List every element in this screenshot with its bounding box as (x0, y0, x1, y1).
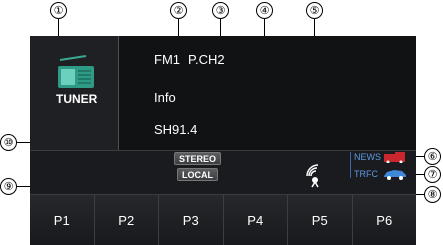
callout-6: ⑥ (424, 148, 441, 165)
news-indicator: NEWS (354, 152, 381, 162)
band-label: FM1 (154, 52, 180, 67)
preset-button-5[interactable]: P5 (288, 195, 353, 245)
source-tile[interactable]: TUNER (30, 36, 118, 150)
tp-separator (350, 152, 351, 178)
callout-9: ⑨ (0, 178, 17, 195)
divider (118, 36, 119, 150)
callout-1: ① (50, 2, 67, 19)
car-icon (384, 170, 406, 180)
head-unit-screen: TUNER FM1 P.CH2 Info SH91.4 STEREO LOCAL… (30, 36, 416, 245)
preset-button-1[interactable]: P1 (30, 195, 95, 245)
callout-4: ④ (256, 2, 273, 19)
callout-5: ⑤ (306, 2, 323, 19)
preset-button-4[interactable]: P4 (223, 195, 288, 245)
station-frequency: SH91.4 (154, 122, 198, 137)
callout-10: ⑩ (0, 134, 17, 151)
preset-button-3[interactable]: P3 (159, 195, 224, 245)
radio-icon (58, 55, 94, 88)
preset-button-6[interactable]: P6 (352, 195, 416, 245)
trfc-indicator: TRFC (354, 169, 378, 179)
preset-channel-label: P.CH2 (188, 52, 225, 67)
callout-7: ⑦ (424, 166, 441, 183)
source-label: TUNER (56, 92, 98, 106)
callout-8: ⑧ (424, 186, 441, 203)
preset-button-2[interactable]: P2 (94, 195, 159, 245)
callout-2: ② (170, 2, 187, 19)
news-icon (384, 152, 405, 163)
info-label: Info (154, 90, 176, 105)
local-indicator: LOCAL (177, 168, 218, 181)
stereo-indicator: STEREO (174, 152, 222, 165)
preset-bar: P1 P2 P3 P4 P5 P6 (30, 194, 416, 245)
signal-antenna-icon (306, 164, 319, 188)
callout-3: ③ (212, 2, 229, 19)
